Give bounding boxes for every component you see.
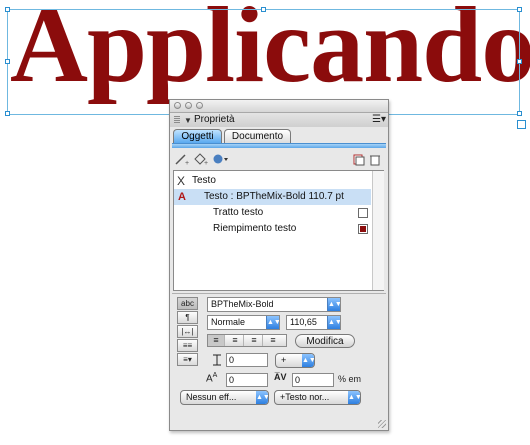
font-style-select[interactable]: Normale ▲▼	[207, 315, 280, 330]
list-scrollbar[interactable]	[372, 171, 384, 290]
text-attribute-icon: A	[178, 191, 186, 203]
leading-mode-value: +	[281, 355, 287, 365]
modifica-button[interactable]: Modifica	[295, 334, 355, 348]
paragraph-mode-button[interactable]: ¶	[177, 311, 198, 324]
baseline-field[interactable]: 0	[226, 373, 268, 387]
selection-handle-br[interactable]	[517, 111, 522, 116]
panel-title: Proprietà	[194, 114, 235, 125]
leading-mode-select[interactable]: + ▲▼	[275, 353, 315, 368]
panel-header[interactable]: ▼ Proprietà ☰▾	[170, 113, 388, 127]
align-justify-button[interactable]: ≡	[265, 335, 281, 346]
x-icon: X	[177, 174, 186, 188]
collapse-triangle-icon[interactable]: ▼	[184, 116, 192, 125]
text-overflow-handle[interactable]	[517, 120, 526, 129]
tab-documento[interactable]: Documento	[224, 129, 291, 143]
object-list[interactable]: X Testo A Testo : BPTheMix-Bold 110.7 pt…	[173, 170, 384, 291]
font-family-value: BPTheMix-Bold	[211, 299, 274, 309]
minimize-window-button[interactable]	[185, 102, 192, 109]
list-item-label: Riempimento testo	[213, 223, 297, 234]
tracking-unit: % em	[338, 374, 362, 384]
svg-text:+: +	[185, 160, 189, 166]
leading-field[interactable]: 0	[226, 353, 268, 367]
text-mode-buttons: abc ¶ |↔| ≡≡ ≡▾	[177, 297, 198, 367]
list-item[interactable]: X Testo	[174, 173, 371, 189]
leading-icon	[212, 354, 222, 368]
list-mode-button[interactable]: ≡▾	[177, 353, 198, 366]
selection-handle-mr[interactable]	[517, 59, 522, 64]
close-window-button[interactable]	[174, 102, 181, 109]
align-right-button[interactable]: ≡	[246, 335, 263, 346]
spacing-mode-button[interactable]: |↔|	[177, 325, 198, 338]
section-divider	[172, 293, 386, 294]
effect-value: Nessun eff...	[186, 392, 237, 402]
zoom-window-button[interactable]	[196, 102, 203, 109]
selection-handle-bl[interactable]	[5, 111, 10, 116]
list-item-label: Testo	[192, 175, 216, 186]
svg-text:+: +	[204, 160, 208, 166]
list-item[interactable]: A Testo : BPTheMix-Bold 110.7 pt	[174, 189, 371, 205]
list-item-label: Testo : BPTheMix-Bold 110.7 pt	[204, 191, 344, 202]
effect-select[interactable]: Nessun eff... ▲▼	[180, 390, 269, 405]
trash-icon[interactable]	[368, 153, 382, 166]
character-mode-button[interactable]: abc	[177, 297, 198, 310]
selection-handle-tr[interactable]	[517, 7, 522, 12]
font-style-value: Normale	[211, 317, 246, 327]
tracking-field[interactable]: 0	[292, 373, 334, 387]
panel-menu-icon[interactable]: ☰▾	[372, 114, 386, 125]
align-center-button[interactable]: ≡	[227, 335, 244, 346]
tab-oggetti[interactable]: Oggetti	[173, 129, 222, 143]
font-size-field[interactable]: 110,65 ▲▼	[286, 315, 341, 330]
chevron-updown-icon: ▲▼	[302, 354, 314, 367]
align-left-button[interactable]: ≡	[208, 335, 225, 346]
tracking-icon: A̅V	[274, 372, 287, 382]
style-value: +Testo nor...	[280, 392, 330, 402]
object-toolbar: + +	[172, 152, 386, 168]
properties-panel: ▼ Proprietà ☰▾ Oggetti Documento + + X T…	[169, 99, 389, 431]
font-family-select[interactable]: BPTheMix-Bold ▲▼	[207, 297, 341, 312]
baseline-shift-icon: AA	[206, 372, 218, 385]
list-item[interactable]: Tratto testo	[174, 205, 371, 221]
font-size-value: 110,65	[290, 317, 317, 327]
style-select[interactable]: +Testo nor... ▲▼	[274, 390, 361, 405]
stroke-swatch[interactable]	[358, 208, 368, 218]
panel-tabs: Oggetti Documento	[170, 128, 388, 144]
selection-handle-tl[interactable]	[5, 7, 10, 12]
pencil-icon[interactable]: +	[173, 153, 191, 167]
list-item-label: Tratto testo	[213, 207, 264, 218]
chevron-updown-icon: ▲▼	[327, 316, 340, 329]
chevron-updown-icon: ▲▼	[327, 298, 340, 311]
chevron-updown-icon: ▲▼	[348, 391, 360, 404]
paint-bucket-icon[interactable]: +	[192, 153, 210, 167]
columns-mode-button[interactable]: ≡≡	[177, 339, 198, 352]
panel-titlebar[interactable]	[170, 100, 388, 113]
tab-underline	[172, 143, 386, 148]
chevron-updown-icon: ▲▼	[256, 391, 268, 404]
chevron-updown-icon: ▲▼	[266, 316, 279, 329]
fill-swatch[interactable]	[358, 224, 368, 234]
duplicate-icon[interactable]	[352, 153, 366, 166]
list-item[interactable]: Riempimento testo	[174, 221, 371, 237]
effects-icon[interactable]	[211, 153, 231, 166]
selection-handle-tm[interactable]	[261, 7, 266, 12]
resize-grip-icon[interactable]	[378, 420, 386, 428]
selection-handle-ml[interactable]	[5, 59, 10, 64]
drag-grip-icon[interactable]	[174, 116, 180, 124]
alignment-group: ≡ ≡ ≡ ≡	[207, 334, 287, 347]
